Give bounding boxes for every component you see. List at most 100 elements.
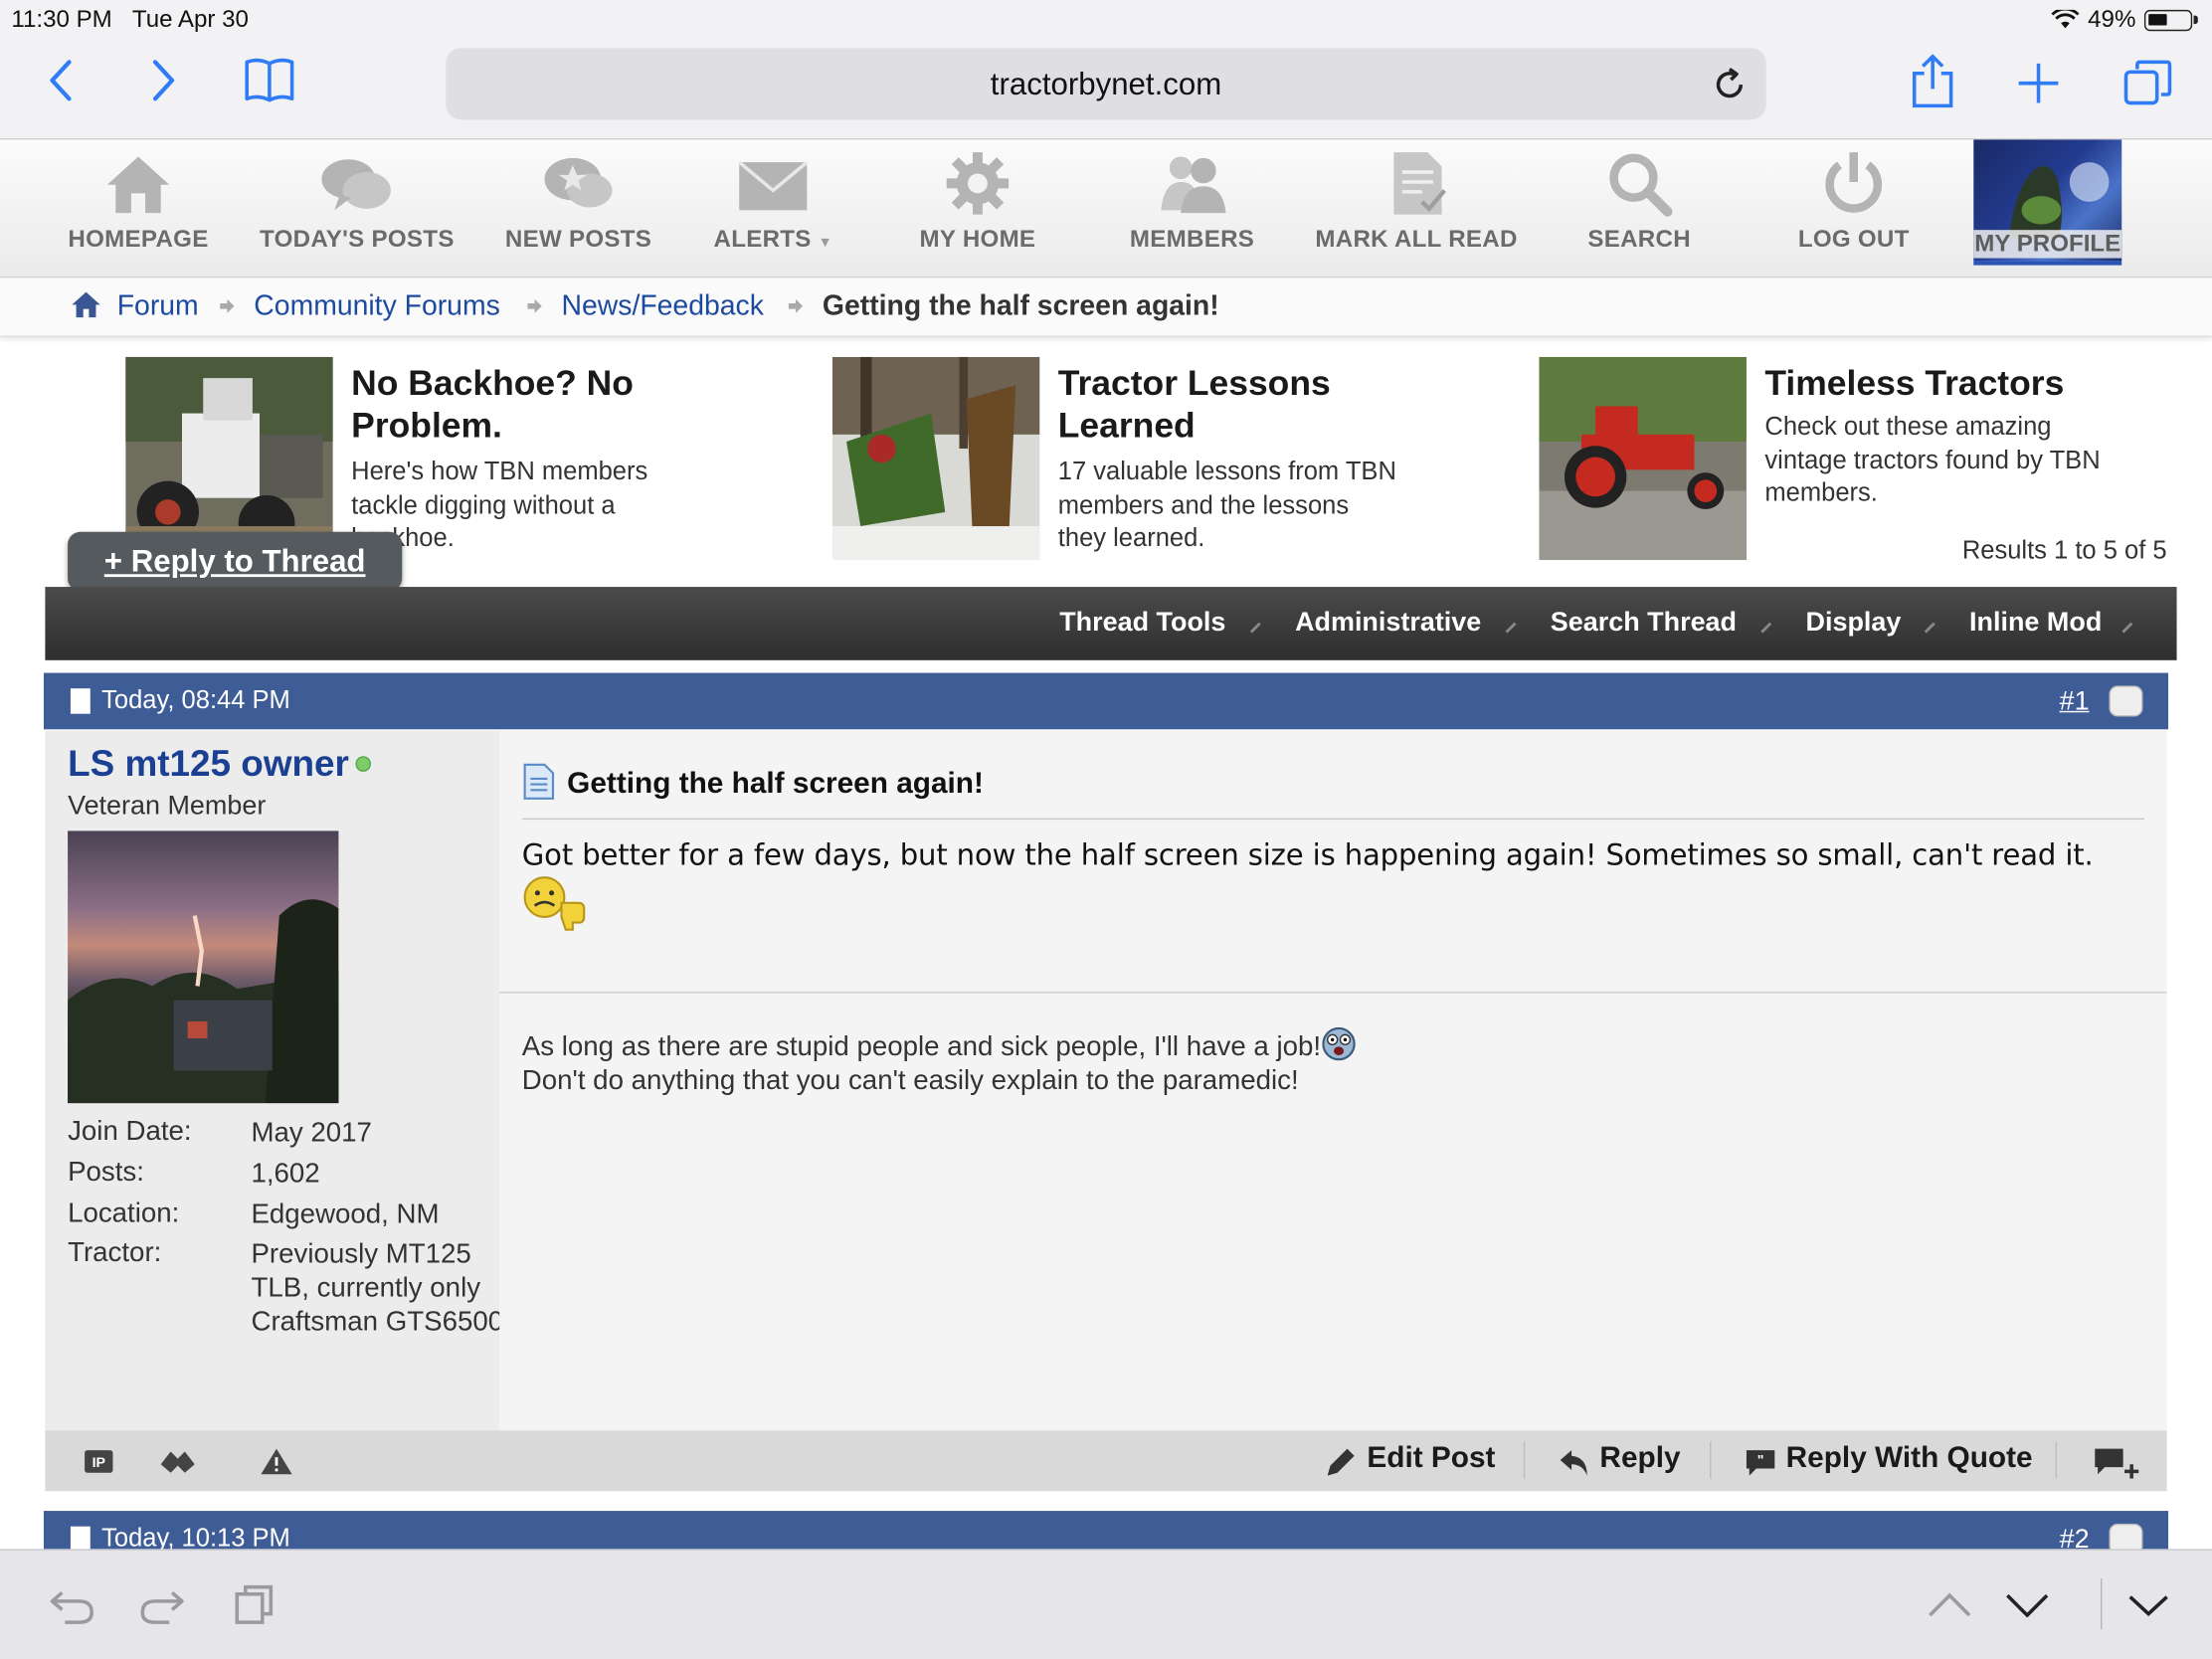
nav-log-out[interactable]: LOG OUT [1797,139,1910,277]
user-info: LS mt125 owner Veteran Member Join Date:… [45,730,504,1431]
promo-timeless-desc: Check out these amazing vintage tractors… [1764,412,2101,507]
thread-tools-menu[interactable]: Thread Tools [1059,608,1225,639]
tractor-row: Tractor: Previously MT125 TLB, currently … [68,1236,504,1338]
hide-keyboard-chevron-icon[interactable] [2124,1581,2172,1626]
post-message: Getting the half screen again! Got bette… [499,730,2167,1431]
clipboard-icon[interactable] [233,1581,276,1626]
nav-homepage[interactable]: HOMEPAGE [68,139,208,277]
undo-icon[interactable] [48,1581,95,1626]
address-bar[interactable]: tractorbynet.com [446,48,1766,120]
post-document-icon [70,688,91,714]
home-icon[interactable] [71,290,101,318]
title-divider [521,818,2144,821]
gear-icon [946,152,1010,215]
thumbs-down-smiley-icon [523,876,586,931]
post-footer: IP Edit Post Reply " Reply With Quote [45,1430,2167,1492]
avatar[interactable] [68,830,339,1104]
redo-icon[interactable] [138,1581,186,1626]
reply-with-quote-button[interactable]: Reply With Quote [1786,1442,2033,1476]
multi-quote-icon[interactable] [2092,1444,2142,1481]
promo-backhoe[interactable]: No Backhoe? No Problem. Here's how TBN m… [125,356,689,562]
battery-icon [2143,9,2193,31]
battery-percent: 49% [2088,5,2136,33]
status-time: 11:30 PM Tue Apr 30 [11,5,249,33]
online-status-icon [355,756,372,772]
nav-alerts[interactable]: ALERTS ▼ [714,139,832,277]
nav-new-posts[interactable]: NEW POSTS [505,139,651,277]
report-warning-icon[interactable] [260,1447,293,1475]
bottom-toolbar [0,1549,2212,1659]
reply-button[interactable]: Reply [1599,1442,1680,1476]
post-title-document-icon [523,763,555,800]
post-body: LS mt125 owner Veteran Member Join Date:… [45,730,2167,1431]
signature-line-2: Don't do anything that you can't easily … [521,1064,1299,1097]
post-text: Got better for a few days, but now the h… [521,837,2094,872]
share-icon[interactable] [1910,54,1954,110]
speech-bubbles-icon [321,159,391,211]
reputation-icon[interactable] [158,1447,198,1475]
back-button[interactable] [45,57,76,113]
svg-text:IP: IP [92,1455,105,1471]
reload-icon[interactable] [1710,65,1750,104]
tabs-overview-icon[interactable] [2123,58,2174,108]
promo-lessons[interactable]: Tractor Lessons Learned 17 valuable less… [831,356,1396,562]
breadcrumb-news-feedback[interactable]: News/Feedback [562,290,764,323]
signature-line-1: As long as there are stupid people and s… [521,1030,1322,1063]
display-menu[interactable]: Display [1806,608,1902,639]
signature: As long as there are stupid people and s… [521,1026,1358,1098]
next-arrow-icon[interactable] [2003,1581,2051,1626]
thread-toolbar: Thread Tools Administrative Search Threa… [45,587,2177,660]
previous-arrow-icon[interactable] [1926,1581,1973,1626]
footer-divider [1523,1441,1526,1479]
search-thread-menu[interactable]: Search Thread [1551,608,1737,639]
power-icon [1825,152,1883,213]
nav-my-profile[interactable]: MY PROFILE [1973,139,2122,266]
username-link[interactable]: LS mt125 owner [68,742,349,786]
breadcrumb: Forum Community Forums News/Feedback Get… [0,278,2212,337]
breadcrumb-community-forums[interactable]: Community Forums [254,290,499,323]
edit-post-button[interactable]: Edit Post [1367,1442,1495,1476]
footer-divider [1710,1441,1712,1479]
document-check-icon [1393,152,1447,215]
chevron-down-icon [1242,615,1261,634]
bookmarks-book-icon[interactable] [243,57,296,113]
reply-to-thread-button[interactable]: + Reply to Thread [68,531,403,592]
nav-search[interactable]: SEARCH [1582,139,1695,277]
promo-timeless-image [1539,356,1747,561]
pencil-icon [1327,1448,1355,1476]
promo-backhoe-image [125,356,333,561]
administrative-menu[interactable]: Administrative [1295,608,1481,639]
wifi-icon [2051,9,2080,29]
promo-timeless[interactable]: Timeless Tractors Check out these amazin… [1539,356,2103,562]
new-tab-plus-icon[interactable] [2016,61,2061,105]
ip-icon[interactable]: IP [84,1447,114,1475]
nav-todays-posts[interactable]: TODAY'S POSTS [260,139,454,277]
shocked-face-icon [1322,1026,1357,1061]
breadcrumb-forum[interactable]: Forum [117,290,199,323]
reply-arrow-icon [1560,1450,1587,1476]
breadcrumb-arrow-icon [220,298,235,313]
post-date: Today, 08:44 PM [101,685,290,714]
nav-my-home[interactable]: MY HOME [920,139,1035,277]
inline-mod-menu[interactable]: Inline Mod [1969,608,2102,639]
breadcrumb-current: Getting the half screen again! [822,290,1219,322]
nav-mark-all-read[interactable]: MARK ALL READ [1315,139,1517,277]
promo-lessons-title: Tractor Lessons Learned [1057,363,1331,447]
search-icon [1609,153,1673,217]
chevron-down-icon [2115,615,2133,634]
signature-divider [499,992,2167,994]
breadcrumb-arrow-icon [527,298,542,313]
post-number-link[interactable]: #1 [2060,687,2090,718]
post-header: Today, 08:44 PM #1 [43,672,2169,730]
quote-bubble-icon: " [1746,1450,1775,1476]
avatar-sunset-image [68,899,339,1104]
url-text: tractorbynet.com [990,66,1222,102]
nav-members[interactable]: MEMBERS [1130,139,1254,277]
post-select-checkbox[interactable] [2109,685,2143,717]
forward-button[interactable] [148,57,179,113]
status-date: Tue Apr 30 [131,5,249,33]
user-title: Veteran Member [68,791,267,822]
envelope-icon [738,160,809,211]
promo-timeless-title: Timeless Tractors [1764,363,2065,404]
promo-lessons-image [831,356,1040,561]
